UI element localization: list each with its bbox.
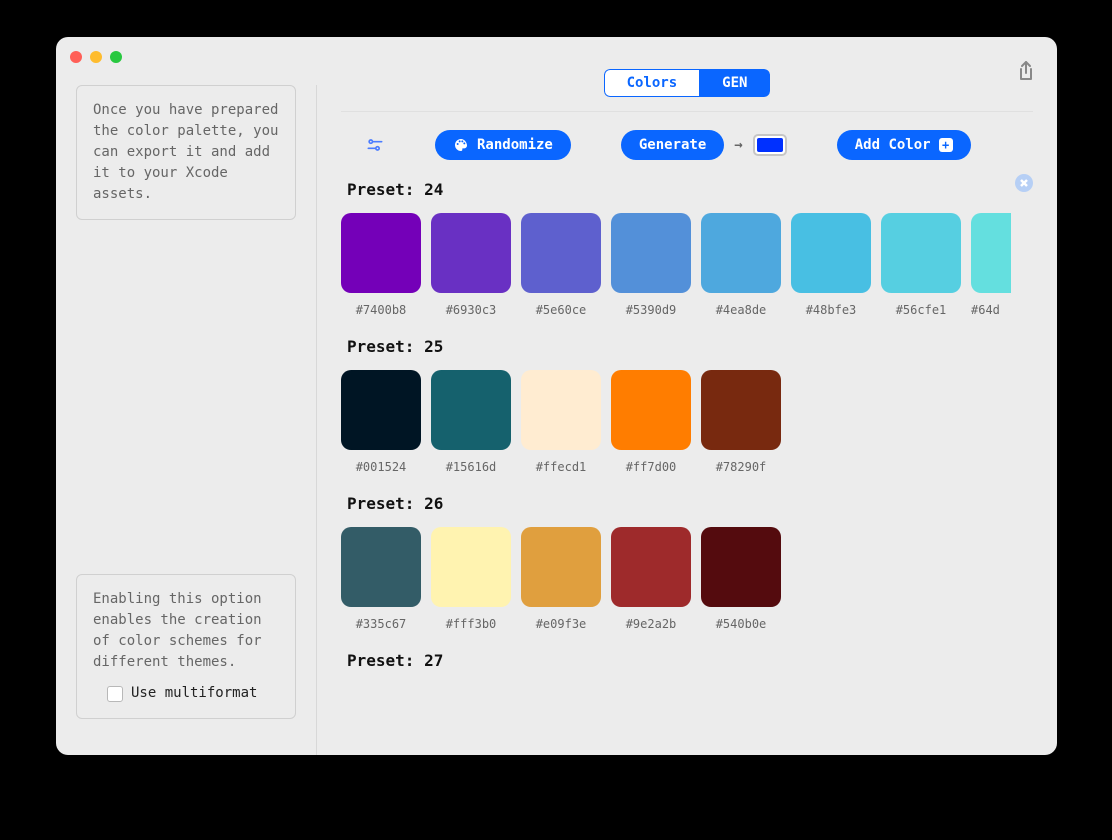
color-swatch[interactable]: [341, 370, 421, 450]
tune-icon[interactable]: [365, 135, 385, 155]
swatch-hex-label: #001524: [356, 460, 407, 474]
swatch-item[interactable]: #4ea8de: [701, 213, 781, 317]
color-swatch[interactable]: [881, 213, 961, 293]
generate-button-label: Generate: [639, 137, 706, 153]
swatch-hex-label: #4ea8de: [716, 303, 767, 317]
swatch-item[interactable]: #fff3b0: [431, 527, 511, 631]
top-bar: Colors GEN: [317, 55, 1057, 111]
swatch-row: #335c67 #fff3b0 #e09f3e #9e2a2b #540b0e: [341, 527, 1057, 631]
sidebar: Once you have prepared the color palette…: [56, 37, 316, 755]
multiformat-tip-box: Enabling this option enables the creatio…: [76, 574, 296, 719]
tab-colors[interactable]: Colors: [604, 69, 700, 97]
toolbar: Randomize Generate → Add Color +: [317, 112, 1057, 174]
color-swatch[interactable]: [521, 527, 601, 607]
window-controls: [70, 51, 122, 63]
generate-group: Generate →: [621, 130, 787, 160]
swatch-hex-label: #540b0e: [716, 617, 767, 631]
checkbox-icon[interactable]: [107, 686, 123, 702]
swatch-hex-label: #78290f: [716, 460, 767, 474]
target-color-well[interactable]: [753, 134, 787, 156]
close-preset-icon[interactable]: [1015, 174, 1033, 192]
share-icon[interactable]: [1013, 59, 1037, 83]
color-swatch[interactable]: [611, 527, 691, 607]
swatch-hex-label: #64d: [971, 303, 1001, 317]
multiformat-tip-text: Enabling this option enables the creatio…: [93, 589, 279, 673]
minimize-window-button[interactable]: [90, 51, 102, 63]
swatch-hex-label: #56cfe1: [896, 303, 947, 317]
preset-title: Preset: 25: [347, 337, 1057, 356]
generate-button[interactable]: Generate: [621, 130, 724, 160]
color-swatch[interactable]: [521, 213, 601, 293]
color-swatch[interactable]: [701, 370, 781, 450]
swatch-item[interactable]: #5390d9: [611, 213, 691, 317]
palette-icon: [453, 137, 469, 153]
color-swatch[interactable]: [611, 370, 691, 450]
target-color-swatch: [757, 138, 783, 152]
randomize-button[interactable]: Randomize: [435, 130, 571, 160]
swatch-item[interactable]: #78290f: [701, 370, 781, 474]
color-swatch[interactable]: [431, 213, 511, 293]
color-swatch[interactable]: [701, 527, 781, 607]
swatch-hex-label: #15616d: [446, 460, 497, 474]
add-color-button[interactable]: Add Color +: [837, 130, 971, 160]
color-swatch[interactable]: [971, 213, 1011, 293]
swatch-item[interactable]: #7400b8: [341, 213, 421, 317]
swatch-item[interactable]: #5e60ce: [521, 213, 601, 317]
app-window: Once you have prepared the color palette…: [56, 37, 1057, 755]
preset-block: Preset: 24 #7400b8 #6930c3 #5e60ce #5390d9 #4…: [341, 180, 1057, 317]
color-swatch[interactable]: [701, 213, 781, 293]
color-swatch[interactable]: [611, 213, 691, 293]
preset-title: Preset: 24: [347, 180, 1057, 199]
swatch-hex-label: #6930c3: [446, 303, 497, 317]
swatch-item[interactable]: #64d: [971, 213, 1011, 317]
preset-title: Preset: 26: [347, 494, 1057, 513]
swatch-item[interactable]: #001524: [341, 370, 421, 474]
multiformat-checkbox-row[interactable]: Use multiformat: [107, 683, 279, 704]
swatch-hex-label: #fff3b0: [446, 617, 497, 631]
swatch-item[interactable]: #9e2a2b: [611, 527, 691, 631]
swatch-hex-label: #e09f3e: [536, 617, 587, 631]
preset-block: Preset: 26 #335c67 #fff3b0 #e09f3e #9e2a2b #5…: [341, 494, 1057, 631]
swatch-hex-label: #335c67: [356, 617, 407, 631]
multiformat-checkbox-label: Use multiformat: [131, 683, 257, 704]
swatch-item[interactable]: #ffecd1: [521, 370, 601, 474]
swatch-hex-label: #9e2a2b: [626, 617, 677, 631]
add-color-button-label: Add Color: [855, 137, 931, 153]
swatch-hex-label: #48bfe3: [806, 303, 857, 317]
swatch-item[interactable]: #335c67: [341, 527, 421, 631]
preset-block: Preset: 27: [341, 651, 1057, 684]
swatch-item[interactable]: #ff7d00: [611, 370, 691, 474]
preset-title: Preset: 27: [347, 651, 1057, 670]
swatch-row: #001524 #15616d #ffecd1 #ff7d00 #78290f: [341, 370, 1057, 474]
randomize-button-label: Randomize: [477, 137, 553, 153]
plus-icon: +: [939, 138, 953, 152]
main-panel: Colors GEN: [317, 37, 1057, 755]
swatch-item[interactable]: #48bfe3: [791, 213, 871, 317]
swatch-row: #7400b8 #6930c3 #5e60ce #5390d9 #4ea8de #48bf…: [341, 213, 1057, 317]
swatch-item[interactable]: #15616d: [431, 370, 511, 474]
swatch-hex-label: #5e60ce: [536, 303, 587, 317]
zoom-window-button[interactable]: [110, 51, 122, 63]
preset-block: Preset: 25 #001524 #15616d #ffecd1 #ff7d00 #7…: [341, 337, 1057, 474]
swatch-item[interactable]: #540b0e: [701, 527, 781, 631]
export-tip-box: Once you have prepared the color palette…: [76, 85, 296, 220]
color-swatch[interactable]: [341, 213, 421, 293]
close-window-button[interactable]: [70, 51, 82, 63]
swatch-hex-label: #7400b8: [356, 303, 407, 317]
tab-gen[interactable]: GEN: [699, 69, 770, 97]
swatch-hex-label: #ffecd1: [536, 460, 587, 474]
preset-list: Preset: 24 #7400b8 #6930c3 #5e60ce #5390d9 #4…: [317, 174, 1057, 755]
swatch-hex-label: #ff7d00: [626, 460, 677, 474]
color-swatch[interactable]: [791, 213, 871, 293]
color-swatch[interactable]: [431, 527, 511, 607]
swatch-hex-label: #5390d9: [626, 303, 677, 317]
color-swatch[interactable]: [341, 527, 421, 607]
arrow-right-icon: →: [734, 137, 742, 153]
color-swatch[interactable]: [521, 370, 601, 450]
swatch-item[interactable]: #e09f3e: [521, 527, 601, 631]
tab-segmented-control: Colors GEN: [604, 69, 771, 97]
swatch-item[interactable]: #56cfe1: [881, 213, 961, 317]
swatch-item[interactable]: #6930c3: [431, 213, 511, 317]
color-swatch[interactable]: [431, 370, 511, 450]
